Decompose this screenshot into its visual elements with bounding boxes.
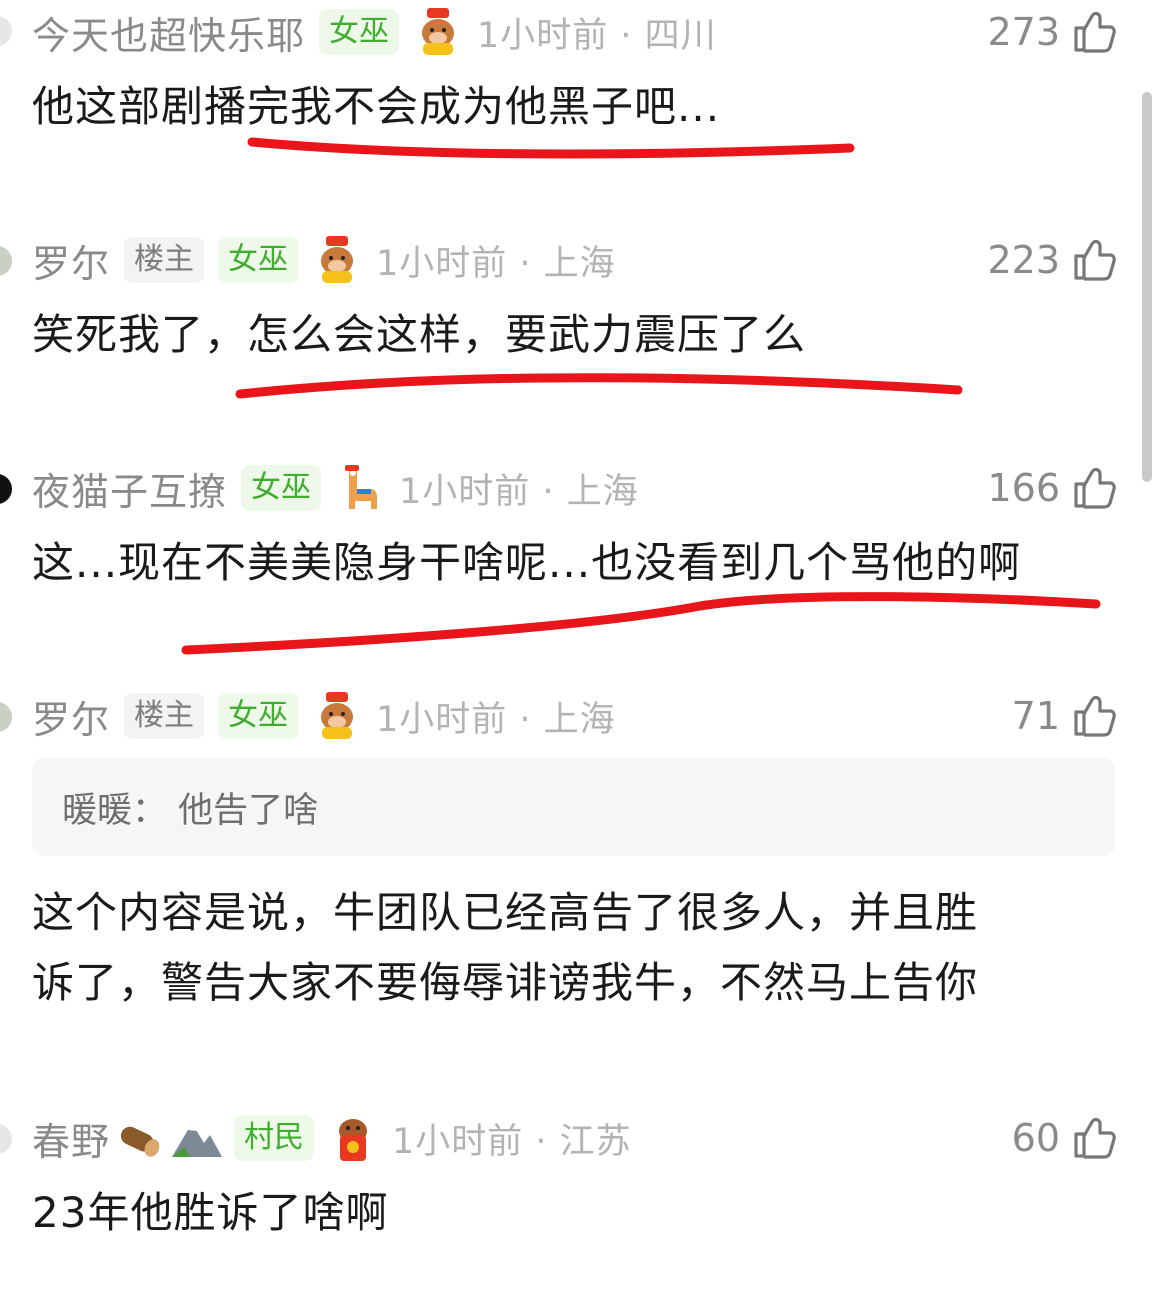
time-location: 1小时前 · 上海 [376, 243, 616, 284]
cow-red-envelope-emblem-icon [328, 1113, 378, 1163]
thumbs-up-icon [1074, 11, 1116, 53]
like-count: 71 [1011, 694, 1060, 738]
owner-badge: 楼主 [124, 237, 205, 283]
role-badge: 女巫 [241, 465, 322, 511]
comment-text: 23年他胜诉了啥啊 [32, 1188, 389, 1237]
comment-text: 这...现在不美美隐身干啥呢...也没看到几个骂他的啊 [32, 538, 1022, 587]
alpaca-emblem-icon [335, 463, 385, 513]
red-underline-2 [235, 373, 963, 399]
thumbs-up-icon [1074, 467, 1116, 509]
username[interactable]: 罗尔 [32, 233, 110, 288]
avatar[interactable] [0, 1124, 12, 1154]
comment-text: 笑死我了，怎么会这样，要武力震压了么 [32, 310, 807, 359]
time-location: 1小时前 · 上海 [399, 471, 639, 512]
owner-badge: 楼主 [124, 693, 205, 739]
comment-meta: 罗尔 楼主 女巫 1小时前 · 上海 [32, 232, 616, 288]
role-badge: 女巫 [319, 9, 400, 55]
comment-text-line: 这个内容是说，牛团队已经高告了很多人，并且胜 [32, 888, 979, 937]
username[interactable]: 罗尔 [32, 689, 110, 744]
role-badge: 女巫 [218, 693, 299, 739]
avatar[interactable] [0, 702, 12, 732]
log-emoji-icon [114, 1113, 164, 1163]
mountain-emoji-icon [170, 1113, 223, 1163]
avatar[interactable] [0, 474, 12, 504]
username[interactable]: 夜猫子互撩 [32, 461, 227, 516]
like-count: 223 [987, 238, 1060, 282]
comment-meta: 夜猫子互撩 女巫 1小时前 · 上海 [32, 460, 639, 516]
like-count: 166 [987, 466, 1060, 510]
like-button[interactable]: 166 [987, 460, 1118, 516]
username[interactable]: 春野 [32, 1111, 110, 1166]
like-button[interactable]: 60 [1012, 1110, 1118, 1166]
like-button[interactable]: 273 [987, 4, 1118, 60]
like-button[interactable]: 223 [987, 232, 1118, 288]
role-badge: 村民 [234, 1115, 315, 1161]
scrollbar-thumb[interactable] [1142, 92, 1152, 482]
cow-god-of-wealth-emblem-icon [413, 7, 463, 57]
avatar[interactable] [0, 16, 12, 46]
quoted-reply[interactable]: 暖暖： 他告了啥 [32, 758, 1115, 856]
comment-meta: 罗尔 楼主 女巫 1小时前 · 上海 [32, 688, 616, 744]
red-underline-1 [247, 137, 855, 159]
cow-god-of-wealth-emblem-icon [312, 691, 362, 741]
quoted-reply-text: 暖暖： 他告了啥 [62, 790, 319, 831]
thumbs-up-icon [1074, 1117, 1116, 1159]
red-underline-3 [181, 592, 1101, 655]
avatar[interactable] [0, 246, 12, 276]
username[interactable]: 今天也超快乐耶 [32, 5, 305, 60]
like-count: 60 [1011, 1116, 1060, 1160]
comment-meta: 春野 村民 1小时前 · 江苏 [32, 1110, 632, 1166]
like-count: 273 [987, 10, 1060, 54]
time-location: 1小时前 · 江苏 [392, 1121, 632, 1162]
thumbs-up-icon [1074, 695, 1116, 737]
comment-text: 他这部剧播完我不会成为他黑子吧... [32, 82, 721, 131]
time-location: 1小时前 · 四川 [477, 15, 717, 56]
role-badge: 女巫 [218, 237, 299, 283]
like-button[interactable]: 71 [1012, 688, 1118, 744]
time-location: 1小时前 · 上海 [376, 699, 616, 740]
cow-god-of-wealth-emblem-icon [312, 235, 362, 285]
comment-meta: 今天也超快乐耶 女巫 1小时前 · 四川 [32, 4, 717, 60]
comment-text-line: 诉了，警告大家不要侮辱诽谤我牛，不然马上告你 [32, 958, 979, 1007]
thumbs-up-icon [1074, 239, 1116, 281]
